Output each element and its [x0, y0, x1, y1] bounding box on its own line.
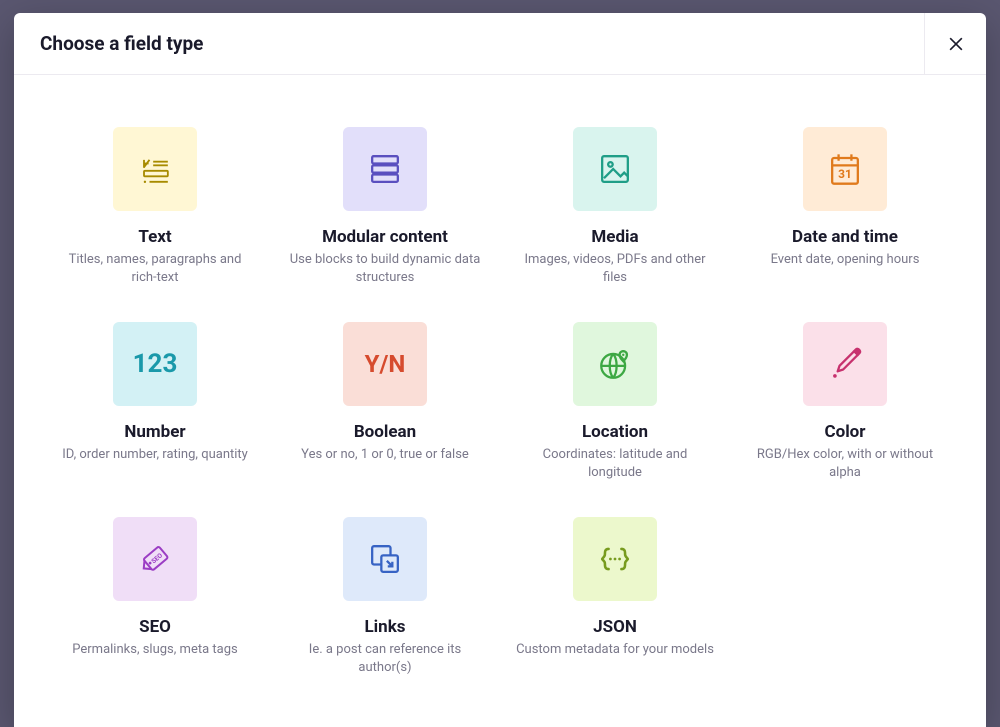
field-option-json[interactable]: JSON Custom metadata for your models	[510, 513, 720, 680]
json-icon	[573, 517, 657, 601]
field-desc: Yes or no, 1 or 0, true or false	[301, 446, 469, 464]
field-desc: Titles, names, paragraphs and rich-text	[55, 251, 255, 286]
link-icon	[343, 517, 427, 601]
field-option-location[interactable]: Location Coordinates: latitude and longi…	[510, 318, 720, 485]
field-desc: Ie. a post can reference its author(s)	[285, 641, 485, 676]
field-type-grid: Text Titles, names, paragraphs and rich-…	[50, 123, 950, 680]
field-desc: Custom metadata for your models	[516, 641, 714, 659]
field-option-boolean[interactable]: Y/N Boolean Yes or no, 1 or 0, true or f…	[280, 318, 490, 485]
field-option-modular-content[interactable]: Modular content Use blocks to build dyna…	[280, 123, 490, 290]
image-icon	[573, 127, 657, 211]
field-desc: Coordinates: latitude and longitude	[515, 446, 715, 481]
svg-text:31: 31	[838, 167, 852, 181]
field-type-modal: Choose a field type	[14, 13, 986, 727]
modal-title: Choose a field type	[14, 13, 924, 74]
field-option-media[interactable]: Media Images, videos, PDFs and other fil…	[510, 123, 720, 290]
blocks-icon	[343, 127, 427, 211]
field-desc: Use blocks to build dynamic data structu…	[285, 251, 485, 286]
field-option-links[interactable]: Links Ie. a post can reference its autho…	[280, 513, 490, 680]
field-option-number[interactable]: 123 Number ID, order number, rating, qua…	[50, 318, 260, 485]
field-desc: RGB/Hex color, with or without alpha	[745, 446, 945, 481]
field-desc: Event date, opening hours	[771, 251, 920, 269]
field-title: JSON	[593, 617, 637, 637]
field-title: Boolean	[354, 422, 416, 442]
globe-icon	[573, 322, 657, 406]
field-desc: ID, order number, rating, quantity	[62, 446, 248, 464]
close-button[interactable]	[924, 13, 986, 74]
field-title: SEO	[139, 617, 171, 637]
field-title: Number	[124, 422, 185, 442]
field-title: Location	[582, 422, 648, 442]
field-option-seo[interactable]: SEO SEO Permalinks, slugs, meta tags	[50, 513, 260, 680]
field-option-date-time[interactable]: 31 Date and time Event date, opening hou…	[740, 123, 950, 290]
field-title: Color	[824, 422, 865, 442]
field-option-color[interactable]: Color RGB/Hex color, with or without alp…	[740, 318, 950, 485]
field-desc: Images, videos, PDFs and other files	[515, 251, 715, 286]
boolean-icon: Y/N	[343, 322, 427, 406]
modal-body: Text Titles, names, paragraphs and rich-…	[14, 75, 986, 727]
field-title: Modular content	[322, 227, 448, 247]
field-option-text[interactable]: Text Titles, names, paragraphs and rich-…	[50, 123, 260, 290]
tag-icon: SEO	[113, 517, 197, 601]
modal-header: Choose a field type	[14, 13, 986, 75]
eyedropper-icon	[803, 322, 887, 406]
number-icon: 123	[113, 322, 197, 406]
close-icon	[946, 34, 966, 54]
field-title: Text	[138, 227, 171, 247]
text-icon	[113, 127, 197, 211]
field-title: Date and time	[792, 227, 898, 247]
calendar-icon: 31	[803, 127, 887, 211]
field-title: Links	[364, 617, 405, 637]
field-desc: Permalinks, slugs, meta tags	[72, 641, 237, 659]
field-title: Media	[591, 227, 638, 247]
